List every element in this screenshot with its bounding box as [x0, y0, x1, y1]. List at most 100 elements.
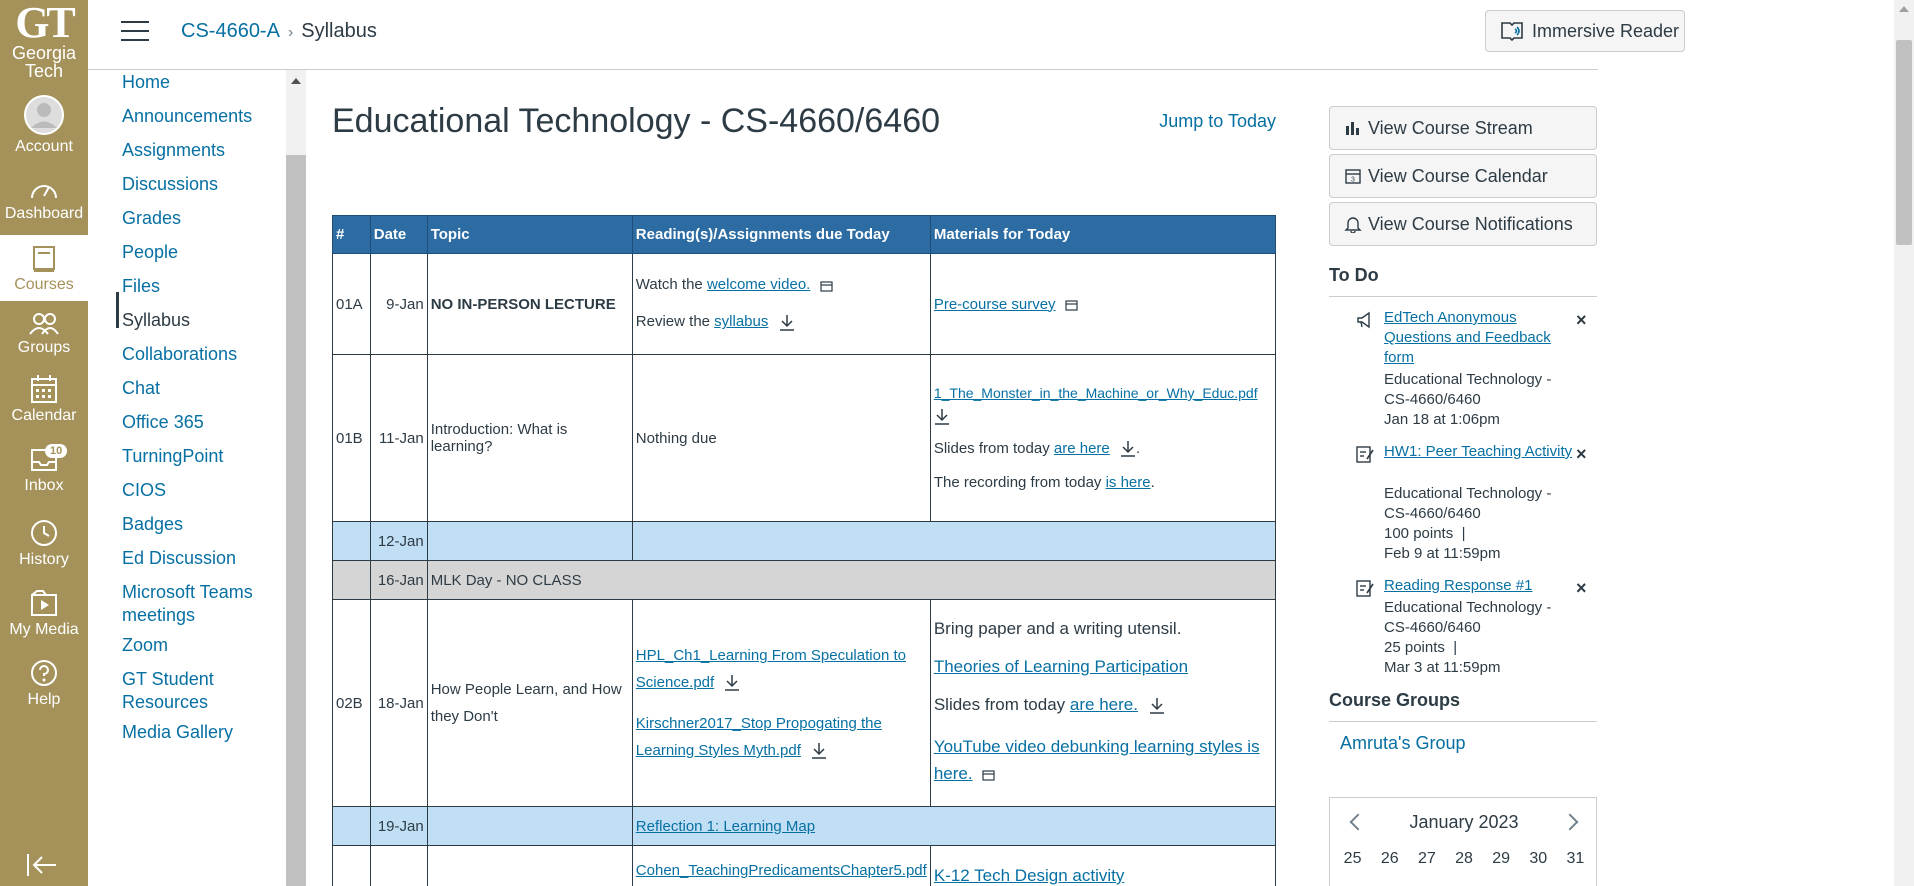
course-nav-turningpoint[interactable]: TurningPoint — [122, 445, 223, 468]
dismiss-todo-icon[interactable]: × — [1576, 310, 1587, 331]
row-readings — [631, 521, 1276, 561]
course-nav-zoom[interactable]: Zoom — [122, 634, 168, 657]
monster-in-machine-pdf-link[interactable]: 1_The_Monster_in_the_Machine_or_Why_Educ… — [934, 385, 1258, 401]
todo-item: EdTech Anonymous Questions and Feedback … — [1329, 308, 1597, 438]
global-nav-history[interactable]: History — [0, 518, 88, 569]
course-nav-microsoft-teams[interactable]: Microsoft Teams meetings — [122, 581, 282, 627]
calendar-day[interactable]: 28 — [1455, 850, 1473, 868]
todo-link[interactable]: Reading Response #1 — [1384, 576, 1574, 596]
breadcrumb-current: Syllabus — [301, 20, 377, 42]
course-nav-home[interactable]: Home — [122, 71, 170, 94]
hpl-ch1-pdf-link[interactable]: HPL_Ch1_Learning From Speculation to Sci… — [636, 647, 906, 691]
global-nav-my-media[interactable]: My Media — [0, 588, 88, 639]
course-nav-discussions[interactable]: Discussions — [122, 173, 218, 196]
course-nav-grades[interactable]: Grades — [122, 207, 181, 230]
download-icon[interactable] — [779, 314, 795, 332]
course-nav-scrollbar[interactable] — [286, 70, 306, 886]
course-nav-ed-discussion[interactable]: Ed Discussion — [122, 547, 236, 570]
course-nav-media-gallery[interactable]: Media Gallery — [122, 721, 233, 744]
jump-to-today-link[interactable]: Jump to Today — [1159, 111, 1276, 132]
pre-course-survey-link[interactable]: Pre-course survey — [934, 296, 1056, 313]
hamburger-menu-icon[interactable] — [121, 21, 149, 43]
page-scroll-thumb[interactable] — [1896, 40, 1912, 245]
slides-link[interactable]: are here. — [1070, 695, 1138, 714]
reading-prefix: Review the — [635, 313, 710, 331]
k12-tech-design-link[interactable]: K-12 Tech Design activity — [934, 866, 1125, 885]
course-nav-people[interactable]: People — [122, 241, 178, 264]
global-nav-dashboard[interactable]: Dashboard — [0, 178, 88, 223]
dismiss-todo-icon[interactable]: × — [1576, 578, 1587, 599]
welcome-video-link[interactable]: welcome video. — [707, 276, 810, 293]
view-course-stream-button[interactable]: View Course Stream — [1329, 106, 1597, 150]
course-nav-gt-student-resources[interactable]: GT Student Resources — [122, 668, 262, 714]
course-nav-assignments[interactable]: Assignments — [122, 139, 225, 162]
download-icon[interactable] — [724, 674, 740, 692]
cohen-pdf-link[interactable]: Cohen_TeachingPredicamentsChapter5.pdf — [636, 862, 927, 879]
kirschner-pdf-link[interactable]: Kirschner2017_Stop Propogating the Learn… — [636, 715, 882, 759]
course-nav-files[interactable]: Files — [122, 275, 160, 298]
todo-divider — [1329, 296, 1597, 297]
global-nav-inbox[interactable]: 10 Inbox — [0, 444, 88, 495]
scroll-up-arrow-icon[interactable] — [291, 78, 301, 84]
course-nav-chat[interactable]: Chat — [122, 377, 160, 400]
breadcrumb-separator: › — [287, 24, 294, 41]
todo-points: 100 points | — [1384, 524, 1574, 544]
calendar-day[interactable]: 26 — [1381, 850, 1399, 868]
group-link[interactable]: Amruta's Group — [1340, 733, 1465, 754]
course-nav-badges[interactable]: Badges — [122, 513, 183, 536]
todo-points-separator: | — [1461, 525, 1466, 542]
slides-link[interactable]: are here — [1054, 440, 1110, 457]
georgia-tech-logo[interactable]: GT Georgia Tech — [0, 0, 88, 84]
reflection-1-link[interactable]: Reflection 1: Learning Map — [636, 818, 815, 835]
header-readings: Reading(s)/Assignments due Today — [631, 215, 931, 254]
download-icon[interactable] — [811, 742, 827, 760]
download-icon[interactable] — [1149, 697, 1165, 715]
global-nav-groups[interactable]: Groups — [0, 312, 88, 357]
global-nav-courses[interactable]: Courses — [0, 235, 88, 301]
course-nav-scroll-thumb[interactable] — [286, 155, 306, 886]
collapse-nav-icon[interactable] — [24, 852, 60, 878]
theories-of-learning-link[interactable]: Theories of Learning Participation — [934, 657, 1188, 676]
course-header: CS-4660-A › Syllabus Immersive Reader — [88, 0, 1685, 70]
row-num — [332, 806, 371, 846]
todo-link[interactable]: EdTech Anonymous Questions and Feedback … — [1384, 308, 1574, 368]
course-nav-cios[interactable]: CIOS — [122, 479, 166, 502]
syllabus-file-link[interactable]: syllabus — [714, 313, 768, 330]
view-course-notifications-button[interactable]: View Course Notifications — [1329, 202, 1597, 246]
view-course-calendar-button[interactable]: 3 View Course Calendar — [1329, 154, 1597, 198]
todo-link[interactable]: HW1: Peer Teaching Activity — [1384, 442, 1574, 462]
logo-name: Georgia Tech — [11, 43, 77, 81]
material-suffix: . — [1150, 474, 1155, 492]
row-topic — [426, 521, 633, 561]
dismiss-todo-icon[interactable]: × — [1576, 444, 1587, 465]
course-nav-collaborations[interactable]: Collaborations — [122, 343, 237, 366]
reading-prefix: Watch the — [635, 276, 703, 294]
page-scroll-up-icon[interactable] — [1899, 6, 1909, 12]
calendar-day[interactable]: 31 — [1567, 850, 1585, 868]
row-date: 18-Jan — [369, 599, 428, 807]
global-nav-help[interactable]: Help — [0, 658, 88, 709]
download-icon[interactable] — [934, 408, 950, 426]
row-readings: Watch the welcome video. Review the syll… — [631, 253, 931, 355]
course-nav-office-365[interactable]: Office 365 — [122, 411, 204, 434]
calendar-day[interactable]: 29 — [1492, 850, 1510, 868]
immersive-reader-button[interactable]: Immersive Reader — [1485, 10, 1685, 52]
download-icon[interactable] — [1120, 440, 1136, 458]
course-nav-announcements[interactable]: Announcements — [122, 105, 252, 128]
header-topic: Topic — [426, 215, 633, 254]
immersive-reader-icon — [1501, 22, 1523, 42]
recording-link[interactable]: is here — [1106, 474, 1151, 491]
global-nav-calendar-label: Calendar — [11, 407, 77, 424]
calendar-day[interactable]: 25 — [1344, 850, 1362, 868]
course-nav-syllabus[interactable]: Syllabus — [122, 309, 190, 332]
immersive-reader-label: Immersive Reader — [1532, 20, 1680, 41]
global-nav-my-media-label: My Media — [9, 621, 79, 638]
inbox-unread-badge: 10 — [45, 444, 68, 458]
calendar-day[interactable]: 27 — [1418, 850, 1436, 868]
course-nav-active-indicator — [116, 292, 119, 328]
page-scrollbar[interactable] — [1894, 0, 1914, 886]
calendar-day[interactable]: 30 — [1529, 850, 1547, 868]
global-nav-calendar[interactable]: Calendar — [0, 374, 88, 425]
global-nav-account[interactable]: Account — [0, 95, 88, 156]
breadcrumb-course[interactable]: CS-4660-A — [181, 20, 280, 42]
